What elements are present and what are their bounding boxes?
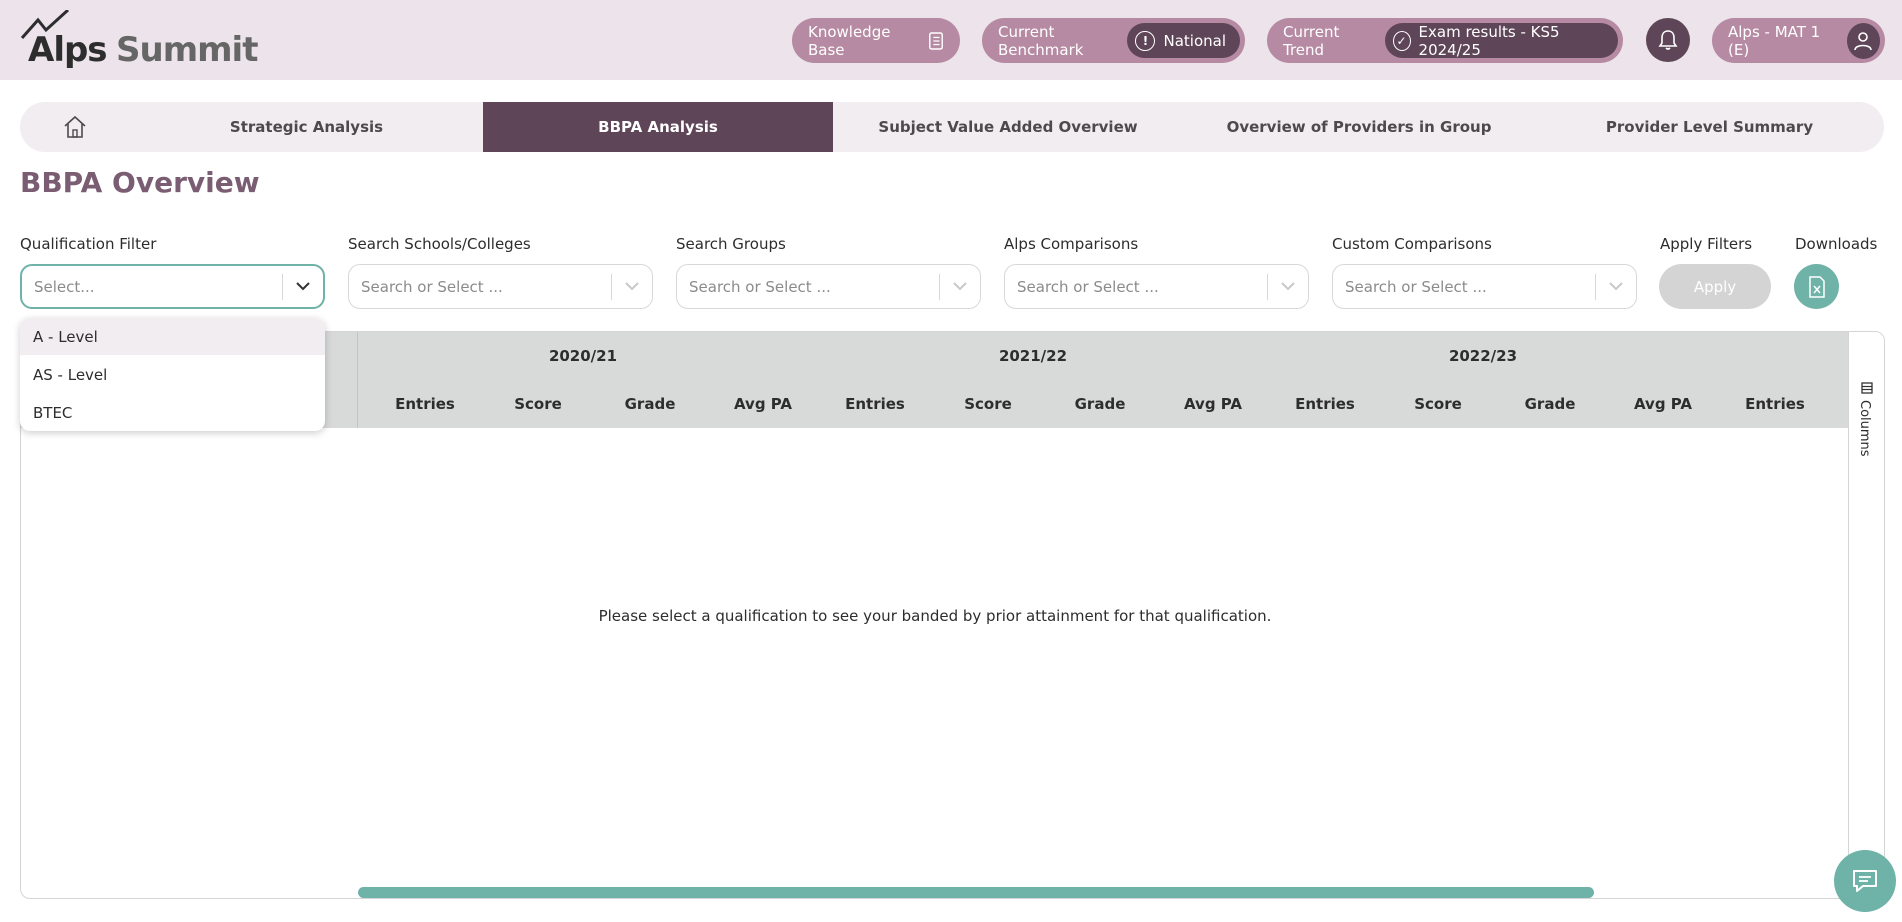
top-bar: Alps Summit Knowledge Base Current Bench… <box>0 0 1902 80</box>
custom-comparisons-label: Custom Comparisons <box>1332 235 1492 253</box>
benchmark-value-chip[interactable]: ! National <box>1127 23 1240 58</box>
qualification-select-value: Select... <box>34 277 95 296</box>
chat-icon <box>1853 870 1877 892</box>
column-header-score[interactable]: Score <box>932 380 1044 428</box>
column-header-score[interactable]: Score <box>482 380 594 428</box>
home-icon <box>64 115 86 138</box>
empty-state-message: Please select a qualification to see you… <box>598 607 1272 625</box>
user-icon <box>1854 31 1873 50</box>
benchmark-label: Current Benchmark <box>998 22 1084 59</box>
qualification-option-as-level[interactable]: AS - Level <box>20 356 325 393</box>
apply-filters-label: Apply Filters <box>1660 235 1753 253</box>
current-trend-pill[interactable]: Current Trend ✓ Exam results - KS5 2024/… <box>1267 18 1623 63</box>
alps-summit-logo[interactable]: Alps Summit <box>20 10 258 70</box>
column-header-avg-pa[interactable]: Avg PA <box>1157 380 1269 428</box>
tab-strategic-analysis[interactable]: Strategic Analysis <box>130 102 483 152</box>
alps-comparisons-placeholder: Search or Select ... <box>1017 277 1159 296</box>
downloads-label: Downloads <box>1795 235 1878 253</box>
logo-text-alps: Alps <box>28 30 108 70</box>
bell-icon <box>1658 30 1678 50</box>
account-name: Alps - MAT 1 (E) <box>1728 22 1821 59</box>
custom-comparisons-placeholder: Search or Select ... <box>1345 277 1487 296</box>
chevron-down-icon[interactable] <box>612 282 652 291</box>
qualification-option-a-level[interactable]: A - Level <box>20 318 325 355</box>
column-header-grade[interactable]: Grade <box>1494 380 1606 428</box>
tab-subject-value-added-overview[interactable]: Subject Value Added Overview <box>833 102 1183 152</box>
qualification-filter-label: Qualification Filter <box>20 235 157 253</box>
chevron-down-icon[interactable] <box>940 282 980 291</box>
qualification-dropdown-menu: A - Level AS - Level BTEC <box>20 318 325 431</box>
chat-button[interactable] <box>1834 850 1896 912</box>
apply-button[interactable]: Apply <box>1659 264 1771 309</box>
column-header-entries[interactable]: Entries <box>369 380 481 428</box>
chevron-down-icon[interactable] <box>1268 282 1308 291</box>
notifications-button[interactable] <box>1646 18 1690 62</box>
groups-search-select[interactable]: Search or Select ... <box>676 264 981 309</box>
schools-search-select[interactable]: Search or Select ... <box>348 264 653 309</box>
alps-comparisons-select[interactable]: Search or Select ... <box>1004 264 1309 309</box>
book-icon <box>929 31 943 50</box>
year-header: 2021/22 <box>998 347 1068 365</box>
trend-label: Current Trend <box>1283 22 1340 59</box>
groups-filter-label: Search Groups <box>676 235 786 253</box>
column-header-entries[interactable]: Entries <box>1269 380 1381 428</box>
info-alert-icon: ! <box>1135 30 1156 51</box>
knowledge-base-label: Knowledge Base <box>808 22 891 59</box>
logo-text-summit: Summit <box>116 30 258 70</box>
column-header-grade[interactable]: Grade <box>1044 380 1156 428</box>
knowledge-base-button[interactable]: Knowledge Base <box>792 18 960 63</box>
home-tab[interactable] <box>20 102 130 152</box>
columns-side-panel[interactable]: Columns <box>1848 332 1884 898</box>
tab-overview-of-providers[interactable]: Overview of Providers in Group <box>1183 102 1535 152</box>
column-header-score[interactable]: Score <box>1382 380 1494 428</box>
check-circle-icon: ✓ <box>1392 30 1411 51</box>
alps-comparisons-label: Alps Comparisons <box>1004 235 1139 253</box>
qualification-option-btec[interactable]: BTEC <box>20 394 325 431</box>
chevron-down-icon[interactable] <box>283 282 323 291</box>
column-header-avg-pa[interactable]: Avg PA <box>707 380 819 428</box>
benchmark-value: National <box>1163 31 1226 50</box>
horizontal-scrollbar[interactable] <box>358 887 1594 898</box>
excel-file-icon <box>1808 275 1825 298</box>
tab-provider-level-summary[interactable]: Provider Level Summary <box>1535 102 1884 152</box>
chevron-down-icon[interactable] <box>1596 282 1636 291</box>
year-header: 2020/21 <box>548 347 618 365</box>
column-header-entries[interactable]: Entries <box>1719 380 1831 428</box>
current-benchmark-pill[interactable]: Current Benchmark ! National <box>982 18 1245 63</box>
column-header-grade[interactable]: Grade <box>594 380 706 428</box>
schools-filter-label: Search Schools/Colleges <box>348 235 531 253</box>
custom-comparisons-select[interactable]: Search or Select ... <box>1332 264 1637 309</box>
column-header-entries[interactable]: Entries <box>819 380 931 428</box>
columns-panel-label: Columns <box>1857 400 1872 457</box>
year-header: 2022/23 <box>1448 347 1518 365</box>
download-excel-button[interactable] <box>1794 264 1839 309</box>
schools-search-placeholder: Search or Select ... <box>361 277 503 296</box>
column-header-avg-pa[interactable]: Avg PA <box>1607 380 1719 428</box>
avatar <box>1846 22 1880 59</box>
trend-value-chip[interactable]: ✓ Exam results - KS5 2024/25 <box>1384 22 1618 59</box>
columns-icon <box>1861 382 1873 394</box>
tab-bbpa-analysis[interactable]: BBPA Analysis <box>483 102 833 152</box>
account-menu[interactable]: Alps - MAT 1 (E) <box>1712 18 1885 63</box>
groups-search-placeholder: Search or Select ... <box>689 277 831 296</box>
page-title: BBPA Overview <box>20 166 260 199</box>
qualification-select[interactable]: Select... <box>20 264 325 309</box>
main-navigation: Strategic Analysis BBPA Analysis Subject… <box>20 102 1884 152</box>
trend-value: Exam results - KS5 2024/25 <box>1418 22 1560 59</box>
